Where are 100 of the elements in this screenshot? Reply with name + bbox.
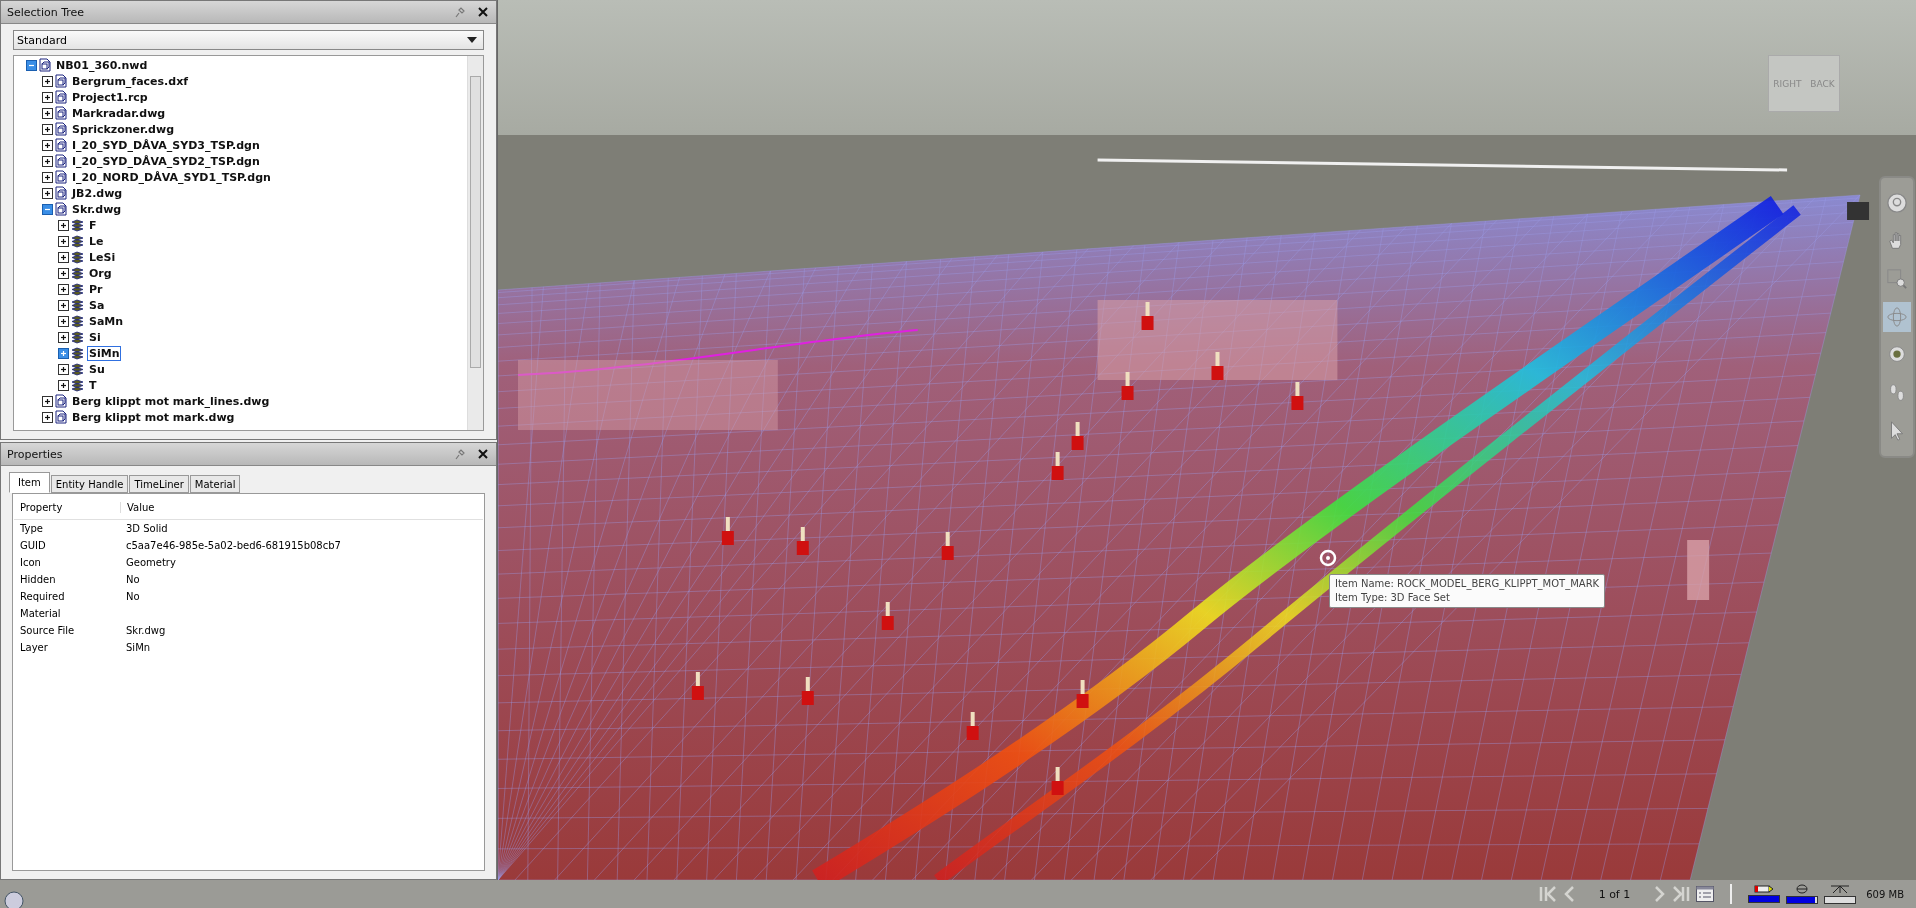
expand-icon[interactable] xyxy=(58,379,69,391)
zoom-icon xyxy=(1886,268,1908,290)
tree-item[interactable]: I_20_SYD_DÅVA_SYD3_TSP.dgn xyxy=(70,137,262,153)
pin-icon[interactable] xyxy=(454,6,466,18)
tree-item[interactable]: LeSi xyxy=(87,249,118,265)
expand-icon[interactable] xyxy=(58,315,69,327)
tree-item[interactable]: Berg klippt mot mark_lines.dwg xyxy=(70,393,272,409)
tree-mode-dropdown[interactable]: Standard xyxy=(13,30,484,50)
borehole-marker xyxy=(966,712,979,740)
collapse-icon[interactable] xyxy=(26,59,37,71)
sheet-list-icon[interactable] xyxy=(1696,886,1715,902)
file-icon xyxy=(55,74,67,88)
page-indicator: 1 of 1 xyxy=(1598,887,1631,901)
layers-icon xyxy=(71,314,84,328)
expand-icon[interactable] xyxy=(42,411,53,423)
tree-item[interactable]: Berg klippt mot mark.dwg xyxy=(70,409,237,425)
property-value: No xyxy=(125,591,140,602)
borehole-marker xyxy=(801,677,814,705)
property-name: Type xyxy=(19,523,44,534)
layers-icon xyxy=(71,362,84,376)
scrollbar[interactable] xyxy=(467,56,483,430)
column-header[interactable]: Property xyxy=(14,501,121,513)
tree-item[interactable]: Bergrum_faces.dxf xyxy=(70,73,191,89)
tree-item[interactable]: Sprickzoner.dwg xyxy=(70,121,177,137)
property-name: Icon xyxy=(19,557,42,568)
property-name: GUID xyxy=(19,540,47,551)
tree-item[interactable]: I_20_NORD_DÅVA_SYD1_TSP.dgn xyxy=(70,169,273,185)
expand-icon[interactable] xyxy=(58,363,69,375)
property-value: 3D Solid xyxy=(125,523,168,534)
tree-item[interactable]: F xyxy=(87,217,99,233)
file-icon xyxy=(55,410,67,424)
borehole-marker xyxy=(1141,302,1154,330)
property-name: Layer xyxy=(19,642,49,653)
memory-usage: 609 MB xyxy=(1866,888,1904,900)
property-name: Required xyxy=(19,591,66,602)
tree-item[interactable]: SiMn xyxy=(87,345,122,361)
expand-icon[interactable] xyxy=(58,267,69,279)
expand-icon[interactable] xyxy=(58,299,69,311)
file-icon xyxy=(55,90,67,104)
expand-icon[interactable] xyxy=(42,123,53,135)
file-icon xyxy=(55,106,67,120)
property-name: Source File xyxy=(19,625,76,636)
expand-icon[interactable] xyxy=(58,331,69,343)
expand-icon[interactable] xyxy=(42,107,53,119)
panel-title: Properties xyxy=(7,447,64,461)
expand-icon[interactable] xyxy=(42,155,53,167)
expand-icon[interactable] xyxy=(58,251,69,263)
expand-icon[interactable] xyxy=(58,235,69,247)
file-icon xyxy=(55,202,67,216)
tree-item[interactable]: Le xyxy=(87,233,106,249)
expand-icon[interactable] xyxy=(42,171,53,183)
tree-item[interactable]: Markradar.dwg xyxy=(70,105,168,121)
properties-tab[interactable]: Material xyxy=(189,475,241,493)
borehole-marker xyxy=(1051,767,1064,795)
tree-item[interactable]: T xyxy=(87,377,99,393)
expand-icon[interactable] xyxy=(42,91,53,103)
property-value: Skr.dwg xyxy=(125,625,166,636)
property-name: Material xyxy=(19,608,62,619)
file-icon xyxy=(55,122,67,136)
borehole-marker xyxy=(796,527,809,555)
property-value: Geometry xyxy=(125,557,176,568)
file-icon xyxy=(55,394,67,408)
pin-icon[interactable] xyxy=(454,448,466,460)
caret-icon xyxy=(467,37,477,43)
close-icon[interactable] xyxy=(478,449,488,459)
disk-icon xyxy=(1796,884,1809,894)
properties-tab[interactable]: Entity Handle xyxy=(50,475,129,493)
tree-item[interactable]: Project1.rcp xyxy=(70,89,150,105)
borehole-marker xyxy=(1291,382,1304,410)
borehole-marker xyxy=(721,517,734,545)
expand-icon[interactable] xyxy=(58,347,69,359)
tree-item[interactable]: Pr xyxy=(87,281,105,297)
properties-tab[interactable]: TimeLiner xyxy=(129,475,189,493)
close-icon[interactable] xyxy=(478,7,488,17)
borehole-marker xyxy=(691,672,704,700)
tree-item[interactable]: Su xyxy=(87,361,107,377)
expand-icon[interactable] xyxy=(42,75,53,87)
expand-icon[interactable] xyxy=(42,139,53,151)
tree-item[interactable]: Skr.dwg xyxy=(70,201,124,217)
tree-item[interactable]: Sa xyxy=(87,297,107,313)
collapse-icon[interactable] xyxy=(42,203,53,215)
expand-icon[interactable] xyxy=(42,395,53,407)
file-icon xyxy=(55,154,67,168)
tree-item[interactable]: Org xyxy=(87,265,114,281)
tree-item[interactable]: Si xyxy=(87,329,103,345)
column-header[interactable]: Value xyxy=(121,501,155,513)
steering-wheel-icon xyxy=(1886,192,1908,214)
file-icon xyxy=(55,138,67,152)
pencil-icon xyxy=(1754,885,1775,893)
expand-icon[interactable] xyxy=(58,219,69,231)
tree-item[interactable]: NB01_360.nwd xyxy=(54,57,150,73)
tree-item[interactable]: SaMn xyxy=(87,313,126,329)
expand-icon[interactable] xyxy=(42,187,53,199)
borehole-marker xyxy=(881,602,894,630)
properties-tab[interactable]: Item xyxy=(9,472,50,493)
tree-item[interactable]: JB2.dwg xyxy=(70,185,125,201)
expand-icon[interactable] xyxy=(58,283,69,295)
layers-icon xyxy=(71,330,84,344)
tree-item[interactable]: I_20_SYD_DÅVA_SYD2_TSP.dgn xyxy=(70,153,262,169)
file-icon xyxy=(55,170,67,184)
